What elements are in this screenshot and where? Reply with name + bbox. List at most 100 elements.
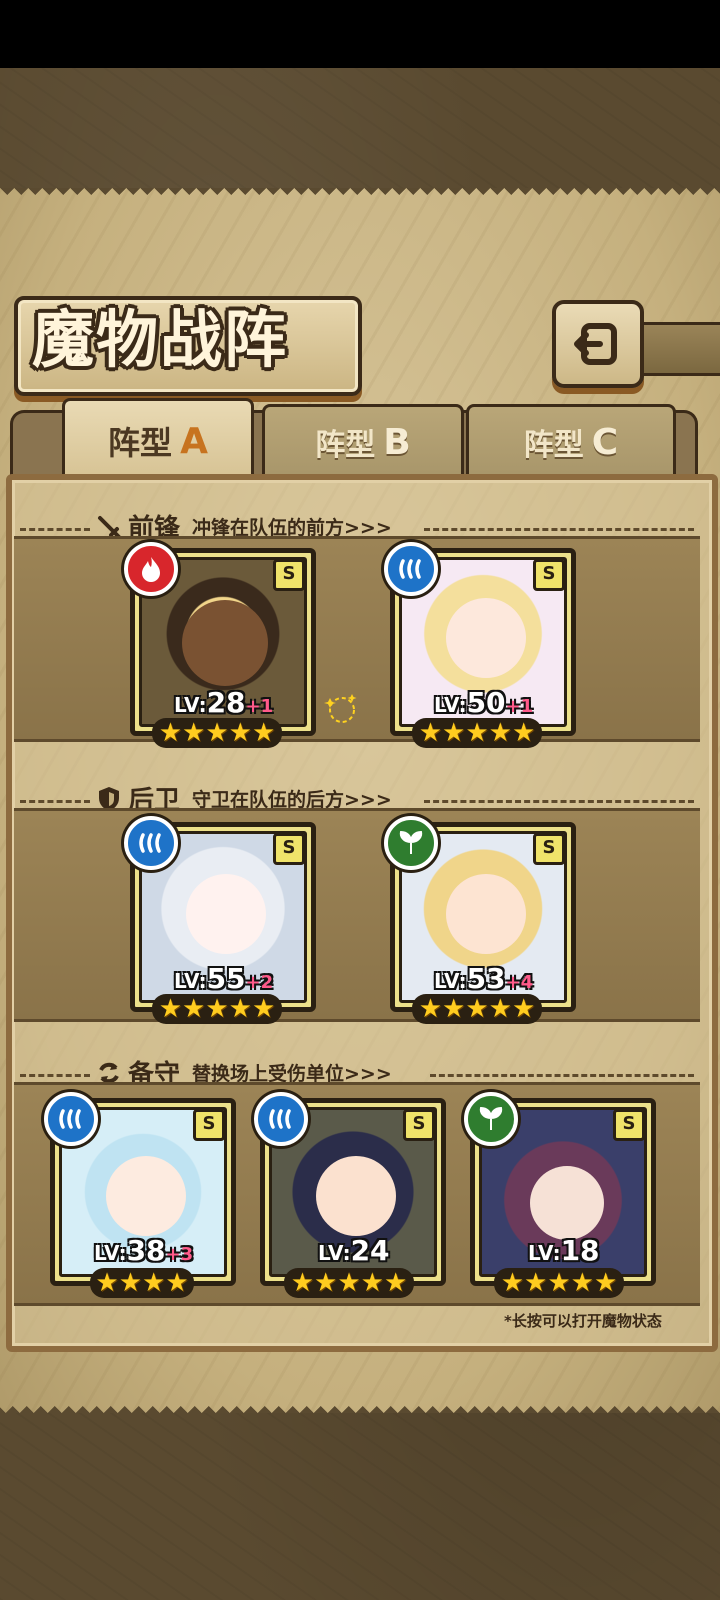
star-icon: ★ — [142, 1268, 166, 1298]
tab-formation-b[interactable]: 阵型 B — [262, 404, 464, 477]
portrait — [446, 598, 526, 678]
star-icon: ★ — [314, 1268, 338, 1298]
level-bonus: +1 — [505, 696, 534, 717]
long-press-hint: *长按可以打开魔物状态 — [504, 1312, 662, 1330]
element-badge — [254, 1092, 308, 1146]
star-icon: ★ — [488, 718, 512, 748]
tab-formation-a[interactable]: 阵型 A — [62, 398, 254, 481]
divider — [20, 528, 90, 531]
star-rating: ★ ★ ★ ★ ★ — [494, 1268, 624, 1298]
back-arrow-icon — [574, 323, 617, 365]
level-label: LV:50+1 — [434, 686, 533, 719]
element-badge — [384, 542, 438, 596]
star-icon: ★ — [488, 994, 512, 1024]
level-value: 53 — [466, 962, 506, 995]
level-label: LV:24 — [318, 1234, 390, 1267]
star-icon: ★ — [182, 718, 206, 748]
star-icon: ★ — [511, 994, 536, 1024]
leaf-icon — [479, 1106, 503, 1130]
star-icon: ★ — [418, 718, 443, 748]
level-label: LV:55+2 — [174, 962, 273, 995]
star-icon: ★ — [337, 1268, 361, 1298]
portrait — [186, 874, 266, 954]
star-icon: ★ — [158, 994, 183, 1024]
water-icon — [269, 1109, 291, 1129]
back-button[interactable] — [552, 300, 644, 388]
rear-row-band — [14, 808, 700, 1022]
star-icon: ★ — [547, 1268, 571, 1298]
water-icon — [139, 833, 161, 853]
rank-badge: S — [273, 559, 305, 591]
element-badge — [464, 1092, 518, 1146]
divider — [20, 800, 90, 803]
level-label: LV:38+3 — [94, 1234, 193, 1267]
star-icon: ★ — [418, 994, 443, 1024]
rank-badge: S — [613, 1109, 645, 1141]
star-rating: ★ ★ ★ ★ ★ — [412, 718, 542, 748]
star-icon: ★ — [228, 994, 252, 1024]
star-icon: ★ — [205, 994, 229, 1024]
element-badge — [44, 1092, 98, 1146]
star-icon: ★ — [251, 718, 276, 748]
page-title: 魔物战阵 — [32, 303, 289, 376]
star-icon: ★ — [158, 718, 183, 748]
panel-edge-bottom — [0, 1399, 720, 1413]
level-label: LV:53+4 — [434, 962, 533, 995]
star-rating: ★ ★ ★ ★ ★ — [152, 718, 282, 748]
level-label: LV:18 — [528, 1234, 600, 1267]
star-icon: ★ — [465, 994, 489, 1024]
element-badge — [384, 816, 438, 870]
star-icon: ★ — [593, 1268, 618, 1298]
element-badge — [124, 816, 178, 870]
star-rating: ★ ★ ★ ★ ★ — [284, 1268, 414, 1298]
rank-badge: S — [403, 1109, 435, 1141]
portrait — [530, 1166, 604, 1240]
star-icon: ★ — [524, 1268, 548, 1298]
star-icon: ★ — [228, 718, 252, 748]
divider — [424, 800, 694, 803]
star-icon: ★ — [290, 1268, 315, 1298]
tab-formation-c[interactable]: 阵型 C — [466, 404, 676, 477]
star-icon: ★ — [465, 718, 489, 748]
level-bonus: +2 — [245, 972, 274, 993]
portrait — [316, 1156, 396, 1236]
lv-prefix: LV: — [434, 969, 467, 993]
portrait — [446, 874, 526, 954]
star-icon: ★ — [165, 1268, 189, 1298]
star-rating: ★ ★ ★ ★ — [90, 1268, 194, 1298]
level-bonus: +1 — [245, 696, 274, 717]
lv-prefix: LV: — [318, 1241, 351, 1265]
star-icon: ★ — [511, 718, 536, 748]
star-icon: ★ — [118, 1268, 142, 1298]
rank-badge: S — [193, 1109, 225, 1141]
sparkle-icon — [324, 694, 357, 723]
level-value: 55 — [206, 962, 246, 995]
leaf-icon — [399, 830, 423, 854]
status-bar — [0, 0, 720, 68]
rank-badge: S — [273, 833, 305, 865]
tab-label: 阵型 — [315, 428, 376, 463]
lv-prefix: LV: — [174, 693, 207, 717]
tab-letter: B — [383, 421, 411, 463]
star-icon: ★ — [182, 994, 206, 1024]
portrait — [182, 600, 268, 686]
level-label: LV:28+1 — [174, 686, 273, 719]
element-badge — [124, 542, 178, 596]
star-icon: ★ — [360, 1268, 384, 1298]
star-rating: ★ ★ ★ ★ ★ — [412, 994, 542, 1024]
divider — [20, 1074, 90, 1077]
rank-badge: S — [533, 559, 565, 591]
divider — [424, 528, 694, 531]
lv-prefix: LV: — [528, 1241, 561, 1265]
lv-prefix: LV: — [434, 693, 467, 717]
star-icon: ★ — [500, 1268, 525, 1298]
star-icon: ★ — [442, 718, 466, 748]
water-icon — [59, 1109, 81, 1129]
tab-label: 阵型 — [523, 428, 584, 463]
lv-prefix: LV: — [94, 1241, 127, 1265]
level-value: 18 — [560, 1234, 600, 1267]
tab-letter: C — [591, 421, 619, 463]
water-icon — [399, 559, 421, 579]
star-icon: ★ — [383, 1268, 408, 1298]
lv-prefix: LV: — [174, 969, 207, 993]
